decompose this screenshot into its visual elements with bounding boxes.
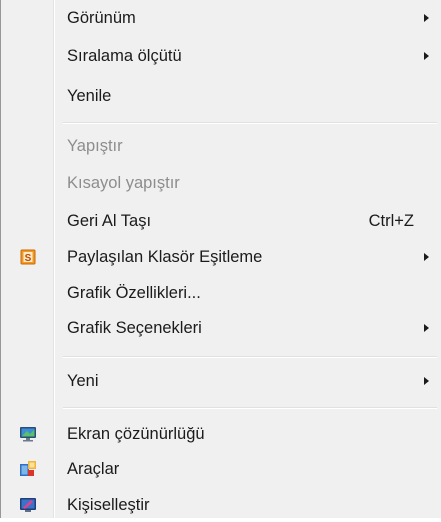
menu-item-shortcut: Ctrl+Z bbox=[368, 212, 414, 230]
menu-separator bbox=[63, 356, 437, 358]
menu-separator bbox=[63, 122, 437, 124]
menu-item-label: Geri Al Taşı bbox=[67, 212, 152, 230]
submenu-arrow-icon bbox=[424, 14, 429, 22]
menu-item-paste[interactable]: Yapıştır bbox=[1, 129, 441, 163]
menu-separator bbox=[63, 407, 437, 409]
menu-item-shared-folder-sync[interactable]: S Paylaşılan Klasör Eşitleme bbox=[1, 240, 441, 274]
menu-item-paste-shortcut[interactable]: Kısayol yapıştır bbox=[1, 166, 441, 200]
sync-folder-icon: S bbox=[19, 248, 37, 266]
context-menu: Görünüm Sıralama ölçütü Yenile Yapıştır … bbox=[0, 0, 441, 518]
monitor-icon bbox=[19, 425, 37, 443]
menu-item-label: Kısayol yapıştır bbox=[67, 174, 180, 192]
tools-icon bbox=[19, 460, 37, 478]
menu-item-personalize[interactable]: Kişiselleştir bbox=[1, 488, 441, 522]
menu-item-label: Araçlar bbox=[67, 460, 120, 478]
menu-item-label: Ekran çözünürlüğü bbox=[67, 425, 205, 443]
menu-item-tools[interactable]: Araçlar bbox=[1, 452, 441, 486]
menu-item-screen-resolution[interactable]: Ekran çözünürlüğü bbox=[1, 417, 441, 451]
menu-item-label: Yapıştır bbox=[67, 137, 123, 155]
menu-item-label: Yeni bbox=[67, 372, 99, 390]
menu-item-graphics-options[interactable]: Grafik Seçenekleri bbox=[1, 311, 441, 345]
menu-item-undo-move[interactable]: Geri Al Taşı Ctrl+Z bbox=[1, 204, 441, 238]
menu-item-label: Grafik Özellikleri... bbox=[67, 284, 201, 302]
submenu-arrow-icon bbox=[424, 253, 429, 261]
menu-item-label: Paylaşılan Klasör Eşitleme bbox=[67, 248, 263, 266]
menu-item-label: Grafik Seçenekleri bbox=[67, 319, 202, 337]
menu-item-label: Görünüm bbox=[67, 9, 136, 27]
menu-item-graphics-properties[interactable]: Grafik Özellikleri... bbox=[1, 276, 441, 310]
menu-item-refresh[interactable]: Yenile bbox=[1, 79, 441, 113]
menu-item-label: Yenile bbox=[67, 87, 112, 105]
menu-item-view[interactable]: Görünüm bbox=[1, 1, 441, 35]
personalize-icon bbox=[19, 496, 37, 514]
menu-item-label: Kişiselleştir bbox=[67, 496, 150, 514]
menu-item-new[interactable]: Yeni bbox=[1, 364, 441, 398]
submenu-arrow-icon bbox=[424, 324, 429, 332]
menu-item-sort-by[interactable]: Sıralama ölçütü bbox=[1, 39, 441, 73]
submenu-arrow-icon bbox=[424, 377, 429, 385]
svg-text:S: S bbox=[25, 253, 32, 264]
submenu-arrow-icon bbox=[424, 52, 429, 60]
menu-item-label: Sıralama ölçütü bbox=[67, 47, 182, 65]
